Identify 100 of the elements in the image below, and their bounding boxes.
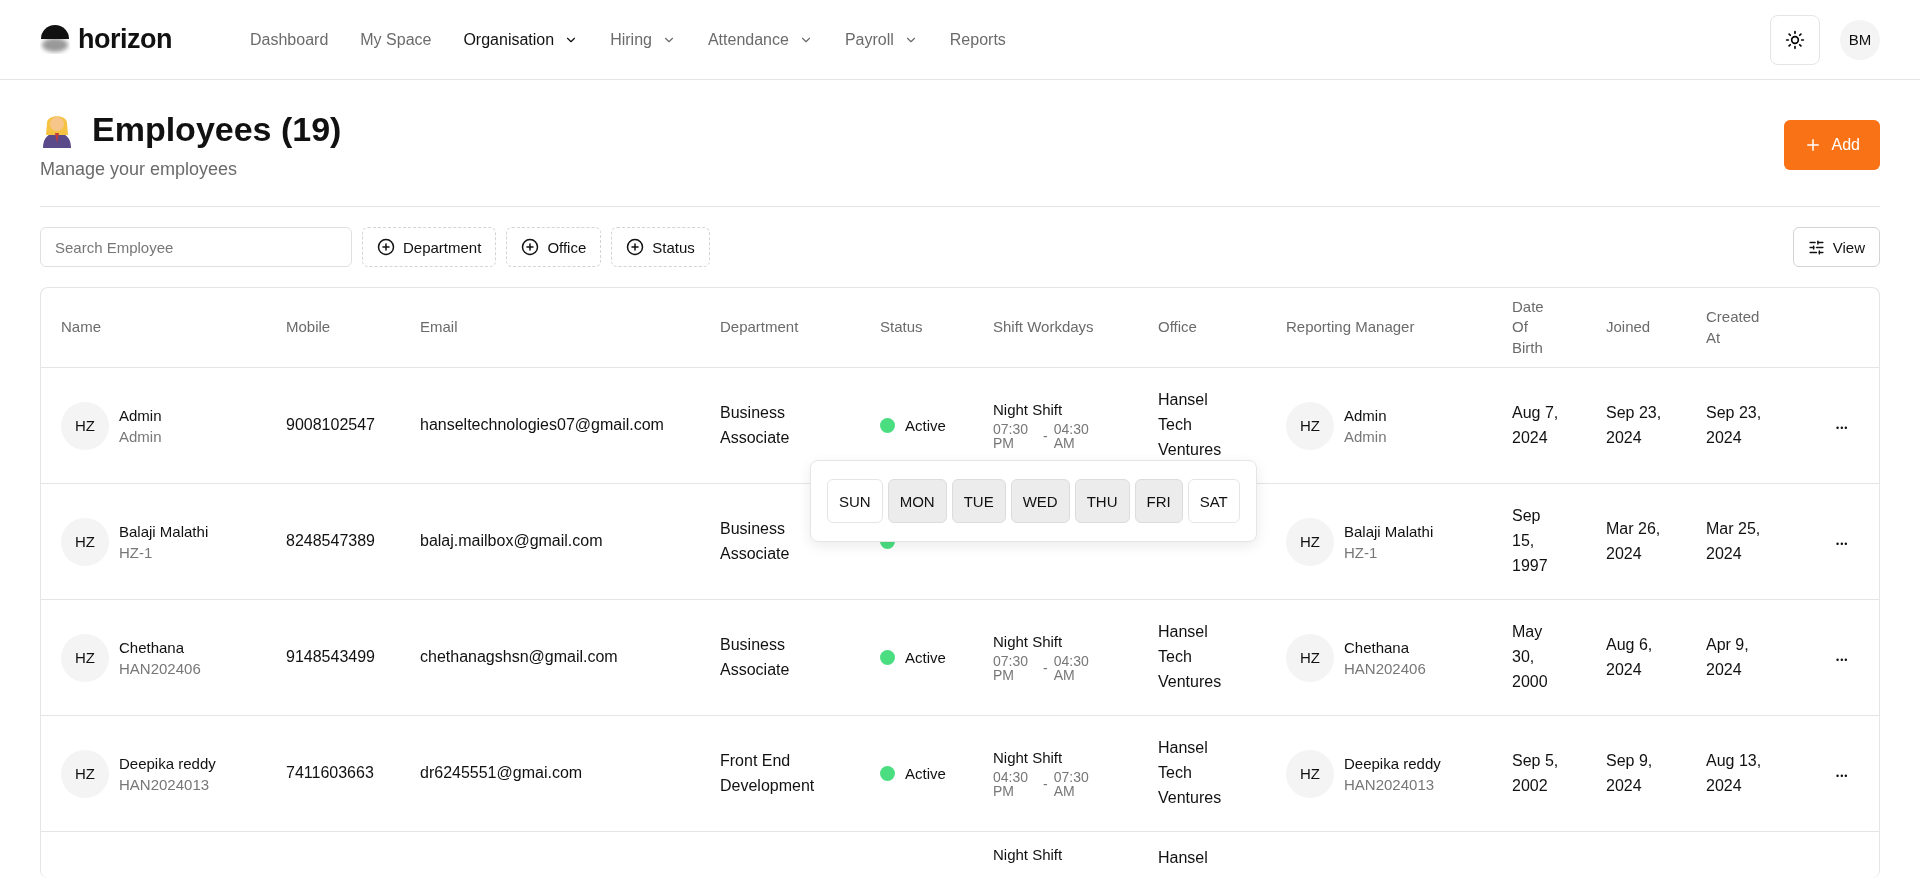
person-name: Chethana xyxy=(119,638,186,656)
plus-circle-icon xyxy=(377,238,395,256)
filter-button[interactable]: Office xyxy=(506,227,602,267)
department-cell-text: Business Associate xyxy=(720,518,791,564)
avatar: HZ xyxy=(61,749,109,798)
column-header: Date Of Birth xyxy=(1512,297,1545,358)
person-name: Deepika reddy xyxy=(119,754,216,772)
nav-link[interactable]: Organisation xyxy=(463,30,579,49)
filter-button[interactable]: Department xyxy=(362,227,497,267)
email-cell-text: dr6245551@gmai.com xyxy=(420,763,584,784)
nav-link[interactable]: Dashboard xyxy=(250,30,329,49)
avatar: HZ xyxy=(1286,633,1334,682)
weekday-chip: WED xyxy=(1010,479,1070,523)
view-button[interactable]: View xyxy=(1792,227,1880,267)
person-name: Balaji Malathi xyxy=(119,522,209,540)
department-cell-text: Business Associate xyxy=(720,634,791,680)
column-header: Name xyxy=(61,317,102,338)
date-of-birth-cell-text: Sep 5, 2002 xyxy=(1512,750,1560,796)
nav-link[interactable]: Reports xyxy=(949,30,1006,49)
shift-end: 04:30 AM xyxy=(1053,654,1090,682)
avatar: HZ xyxy=(1286,401,1334,450)
joined-cell-text: Sep 9, 2024 xyxy=(1606,750,1654,796)
plus-circle-icon xyxy=(521,238,540,256)
person-code: Admin xyxy=(119,427,162,445)
person-code: HZ-1 xyxy=(119,543,154,561)
nav-link[interactable]: Attendance xyxy=(707,30,813,49)
status-label: Active xyxy=(905,417,946,434)
shift-end: 07:30 AM xyxy=(1053,770,1090,798)
shift-name: Night Shift xyxy=(993,846,1064,863)
created-cell-text: Mar 25, 2024 xyxy=(1706,518,1762,564)
shift-name: Night Shift xyxy=(993,749,1064,766)
sliders-icon xyxy=(1807,238,1825,256)
person-name: Admin xyxy=(119,406,162,424)
created-cell-text: Apr 9, 2024 xyxy=(1706,634,1750,680)
shift-start: 07:30 PM xyxy=(993,422,1030,450)
nav-link[interactable]: Payroll xyxy=(844,30,918,49)
weekday-chip: SAT xyxy=(1187,479,1240,523)
page-title: Employees (19) xyxy=(92,110,342,149)
person-code: Admin xyxy=(1344,427,1387,445)
person-name: Admin xyxy=(1344,406,1387,424)
more-button[interactable]: ••• xyxy=(1836,770,1849,781)
sun-icon xyxy=(1785,29,1805,50)
office-cell-text: Hansel Tech Ventures xyxy=(1158,390,1223,460)
created-cell-text: Sep 23, 2024 xyxy=(1706,402,1763,448)
person-code: HAN2024013 xyxy=(1344,775,1436,793)
nav-link[interactable]: Hiring xyxy=(610,30,676,49)
weekday-chip: MON xyxy=(887,479,947,523)
shift-name: Night Shift xyxy=(993,401,1064,418)
column-header: Mobile xyxy=(286,317,332,338)
avatar: HZ xyxy=(61,401,109,450)
department-cell-text: Front End Development xyxy=(720,750,816,796)
weekday-chip: THU xyxy=(1074,479,1130,523)
more-button[interactable]: ••• xyxy=(1836,422,1849,433)
office-cell-text: Hansel Tech Ventures xyxy=(1158,738,1223,808)
joined-cell-text: Aug 6, 2024 xyxy=(1606,634,1654,680)
office-cell-text: Hansel Tech Ventures xyxy=(1158,622,1223,692)
status-label: Active xyxy=(905,765,946,782)
person-code: HAN202406 xyxy=(119,659,201,677)
person-code: HZ-1 xyxy=(1344,543,1379,561)
weekday-chip: SUN xyxy=(827,479,883,523)
brand-name: horizon xyxy=(78,24,172,55)
weekday-chip: FRI xyxy=(1134,479,1183,523)
more-button[interactable]: ••• xyxy=(1836,654,1849,665)
mobile-cell-text: 7411603663 xyxy=(286,763,375,784)
column-header: Department xyxy=(720,317,800,338)
person-name: Deepika reddy xyxy=(1344,754,1441,772)
email-cell-text: balaj.mailbox@gmail.com xyxy=(420,531,604,552)
avatar: HZ xyxy=(61,633,109,682)
column-header: Created At xyxy=(1706,307,1761,348)
person-name: Balaji Malathi xyxy=(1344,522,1434,540)
plus-circle-icon xyxy=(626,238,645,256)
mobile-cell-text: 9008102547 xyxy=(286,415,376,436)
filter-button[interactable]: Status xyxy=(611,227,710,267)
department-cell-text: Business Associate xyxy=(720,402,791,448)
person-code: HAN202406 xyxy=(1344,659,1426,677)
more-button[interactable]: ••• xyxy=(1836,538,1849,549)
date-of-birth-cell-text: Sep 15, 1997 xyxy=(1512,506,1549,576)
nav-link[interactable]: My Space xyxy=(360,30,432,49)
person-name: Chethana xyxy=(1344,638,1411,656)
person-code: HAN2024013 xyxy=(119,775,211,793)
user-avatar[interactable]: BM xyxy=(1840,19,1880,60)
shift-name: Night Shift xyxy=(993,633,1064,650)
column-header: Reporting Manager xyxy=(1286,317,1416,338)
avatar: HZ xyxy=(1286,749,1334,798)
avatar: HZ xyxy=(61,517,109,566)
joined-cell-text: Sep 23, 2024 xyxy=(1606,402,1663,448)
time-separator: - xyxy=(1043,429,1048,443)
time-separator: - xyxy=(1043,661,1048,675)
shift-start: 04:30 PM xyxy=(993,770,1030,798)
column-header: Office xyxy=(1158,317,1198,338)
mobile-cell-text: 9148543499 xyxy=(286,647,376,668)
column-header: Shift Workdays xyxy=(993,317,1095,338)
column-header: Status xyxy=(880,317,924,338)
search-field[interactable]: Search Employee xyxy=(40,227,352,267)
shift-end: 04:30 AM xyxy=(1053,422,1090,450)
email-cell-text: hanseltechnologies07@gmail.com xyxy=(420,415,665,436)
column-header: Email xyxy=(420,317,459,338)
column-header: Joined xyxy=(1606,317,1652,338)
theme-toggle-button[interactable] xyxy=(1770,14,1820,65)
page-subtitle: Manage your employees xyxy=(40,159,239,180)
